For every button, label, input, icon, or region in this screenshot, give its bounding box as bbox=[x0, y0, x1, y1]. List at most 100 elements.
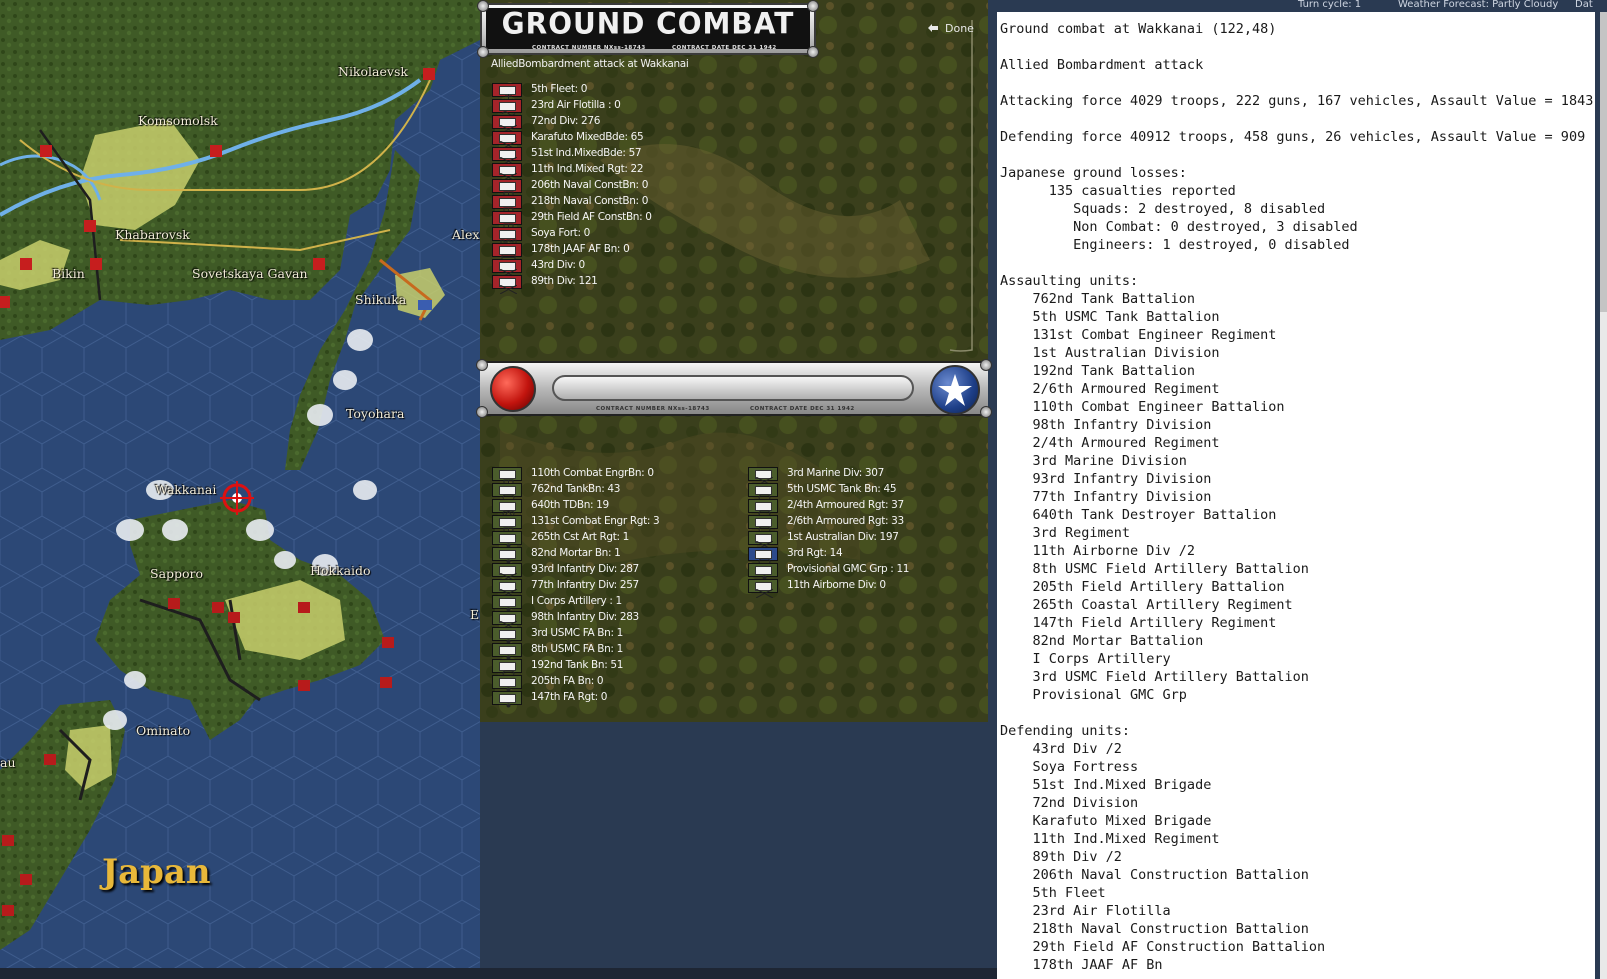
unit-counter[interactable] bbox=[748, 499, 778, 517]
unit-row[interactable]: 206th Naval ConstBn: 0 bbox=[492, 178, 712, 196]
unit-counter[interactable] bbox=[492, 99, 522, 116]
log-line: Provisional GMC Grp bbox=[1000, 687, 1187, 703]
unit-row[interactable]: 2/6th Armoured Rgt: 33 bbox=[748, 514, 978, 533]
unit-row[interactable]: 3rd Marine Div: 307 bbox=[748, 466, 978, 487]
unit-row[interactable]: 29th Field AF ConstBn: 0 bbox=[492, 210, 712, 228]
unit-row[interactable]: 98th Infantry Div: 283 bbox=[492, 610, 732, 631]
unit-counter[interactable] bbox=[492, 675, 522, 692]
unit-counter[interactable] bbox=[748, 531, 778, 551]
unit-label: 206th Naval ConstBn: 0 bbox=[531, 179, 649, 191]
turn-cycle: Turn cycle: 1 bbox=[1298, 0, 1362, 10]
unit-counter[interactable] bbox=[492, 83, 522, 102]
unit-label: 178th JAAF AF Bn: 0 bbox=[531, 243, 630, 255]
unit-row[interactable]: 192nd Tank Bn: 51 bbox=[492, 658, 732, 677]
unit-counter[interactable] bbox=[492, 163, 522, 183]
artillery-icon bbox=[499, 646, 516, 660]
unit-row[interactable]: 1st Australian Div: 197 bbox=[748, 530, 978, 551]
unit-label: 5th Fleet: 0 bbox=[531, 83, 588, 95]
unit-row[interactable]: Soya Fort: 0 bbox=[492, 226, 712, 245]
unit-row[interactable]: 43rd Div: 0 bbox=[492, 258, 712, 279]
unit-counter[interactable] bbox=[492, 595, 522, 612]
tank-destroyer-icon bbox=[499, 502, 516, 517]
unit-counter[interactable] bbox=[492, 131, 522, 151]
unit-row[interactable]: 11th Ind.Mixed Rgt: 22 bbox=[492, 162, 712, 183]
contract-number: CONTRACT NUMBER NXss-18743 bbox=[532, 45, 646, 51]
unit-row[interactable]: 89th Div: 121 bbox=[492, 274, 712, 295]
unit-counter[interactable] bbox=[492, 115, 522, 135]
unit-row[interactable]: 51st Ind.MixedBde: 57 bbox=[492, 146, 712, 167]
engineer-icon bbox=[499, 182, 516, 196]
unit-counter[interactable] bbox=[492, 179, 522, 196]
unit-counter[interactable] bbox=[748, 483, 778, 501]
log-scroll-thumb[interactable] bbox=[1600, 12, 1607, 312]
unit-row[interactable]: 178th JAAF AF Bn: 0 bbox=[492, 242, 712, 261]
unit-row[interactable]: Karafuto MixedBde: 65 bbox=[492, 130, 712, 151]
engineer-icon bbox=[499, 214, 516, 228]
unit-counter[interactable] bbox=[492, 643, 522, 660]
unit-counter[interactable] bbox=[492, 499, 522, 517]
city-label: Sapporo bbox=[150, 566, 204, 581]
unit-counter[interactable] bbox=[492, 147, 522, 167]
unit-row[interactable]: 218th Naval ConstBn: 0 bbox=[492, 194, 712, 212]
unit-row[interactable]: 11th Airborne Div: 0 bbox=[748, 578, 978, 599]
infantry-icon bbox=[499, 278, 518, 295]
unit-row[interactable]: 82nd Mortar Bn: 1 bbox=[492, 546, 732, 564]
unit-row[interactable]: 72nd Div: 276 bbox=[492, 114, 712, 135]
unit-counter[interactable] bbox=[492, 563, 522, 583]
unit-counter[interactable] bbox=[748, 547, 778, 565]
unit-row[interactable]: 5th USMC Tank Bn: 45 bbox=[748, 482, 978, 501]
unit-counter[interactable] bbox=[492, 691, 522, 708]
unit-counter[interactable] bbox=[492, 259, 522, 279]
unit-counter[interactable] bbox=[492, 627, 522, 644]
unit-counter[interactable] bbox=[492, 483, 522, 501]
unit-counter[interactable] bbox=[492, 659, 522, 677]
unit-counter[interactable] bbox=[492, 531, 522, 548]
unit-counter[interactable] bbox=[492, 195, 522, 212]
bottom-strip bbox=[0, 968, 997, 979]
unit-label: 147th FA Rgt: 0 bbox=[531, 691, 608, 703]
armor-icon bbox=[755, 502, 772, 517]
unit-counter[interactable] bbox=[748, 579, 778, 599]
log-line: Attacking force 4029 troops, 222 guns, 1… bbox=[1000, 93, 1594, 109]
strategic-map[interactable]: Nikolaevsk Komsomolsk Khabarovsk Alexa B… bbox=[0, 0, 480, 979]
unit-row[interactable]: 93rd Infantry Div: 287 bbox=[492, 562, 732, 583]
unit-row[interactable]: I Corps Artillery : 1 bbox=[492, 594, 732, 612]
unit-row[interactable]: 110th Combat EngrBn: 0 bbox=[492, 466, 732, 484]
unit-row[interactable]: 5th Fleet: 0 bbox=[492, 82, 712, 102]
unit-counter[interactable] bbox=[748, 515, 778, 533]
unit-row[interactable]: 640th TDBn: 19 bbox=[492, 498, 732, 517]
unit-counter[interactable] bbox=[492, 243, 522, 261]
artillery-icon bbox=[499, 550, 516, 564]
armor-icon bbox=[755, 518, 772, 533]
allied-unit-list-right: 3rd Marine Div: 307 5th USMC Tank Bn: 45 2… bbox=[748, 466, 978, 599]
unit-label: Provisional GMC Grp : 11 bbox=[787, 563, 910, 575]
unit-row[interactable]: 265th Cst Art Rgt: 1 bbox=[492, 530, 732, 548]
unit-counter[interactable] bbox=[492, 515, 522, 532]
unit-row[interactable]: Provisional GMC Grp : 11 bbox=[748, 562, 978, 580]
unit-counter[interactable] bbox=[492, 547, 522, 564]
unit-counter[interactable] bbox=[748, 563, 778, 580]
unit-row[interactable]: 762nd TankBn: 43 bbox=[492, 482, 732, 501]
infantry-icon bbox=[499, 134, 518, 151]
unit-row[interactable]: 131st Combat Engr Rgt: 3 bbox=[492, 514, 732, 532]
unit-row[interactable]: 2/4th Armoured Rgt: 37 bbox=[748, 498, 978, 517]
unit-row[interactable]: 147th FA Rgt: 0 bbox=[492, 690, 732, 708]
unit-row[interactable]: 8th USMC FA Bn: 1 bbox=[492, 642, 732, 660]
unit-counter[interactable] bbox=[748, 467, 778, 487]
unit-counter[interactable] bbox=[492, 579, 522, 599]
unit-counter[interactable] bbox=[492, 275, 522, 295]
unit-counter[interactable] bbox=[492, 611, 522, 631]
combat-report-log[interactable]: Ground combat at Wakkanai (122,48) Allied… bbox=[997, 12, 1595, 979]
unit-label: 5th USMC Tank Bn: 45 bbox=[787, 483, 897, 495]
done-button[interactable]: Done bbox=[927, 22, 974, 35]
done-label: Done bbox=[945, 22, 974, 35]
unit-row[interactable]: 77th Infantry Div: 257 bbox=[492, 578, 732, 599]
unit-row[interactable]: 205th FA Bn: 0 bbox=[492, 674, 732, 692]
unit-counter[interactable] bbox=[492, 211, 522, 228]
log-line: 23rd Air Flotilla bbox=[1000, 903, 1171, 919]
unit-counter[interactable] bbox=[492, 227, 522, 245]
unit-row[interactable]: 23rd Air Flotilla : 0 bbox=[492, 98, 712, 116]
unit-row[interactable]: 3rd USMC FA Bn: 1 bbox=[492, 626, 732, 644]
unit-row[interactable]: 3rd Rgt: 14 bbox=[748, 546, 978, 565]
unit-counter[interactable] bbox=[492, 467, 522, 484]
